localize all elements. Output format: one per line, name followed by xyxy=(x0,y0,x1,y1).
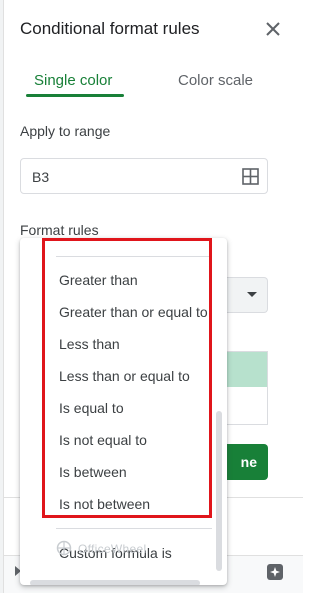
grid-icon[interactable] xyxy=(242,168,259,185)
select-arrow-icon xyxy=(247,292,257,297)
divider xyxy=(56,528,212,529)
format-rules-label: Format rules xyxy=(20,222,99,238)
apply-to-range-label: Apply to range xyxy=(20,123,111,139)
divider xyxy=(56,256,212,257)
option-less-than-or-equal[interactable]: Less than or equal to xyxy=(59,368,190,384)
option-greater-than-or-equal[interactable]: Greater than or equal to xyxy=(59,304,208,320)
format-preview[interactable] xyxy=(220,351,268,387)
range-value: B3 xyxy=(32,169,50,185)
condition-dropdown-menu: Greater than Greater than or equal to Le… xyxy=(20,238,227,585)
option-is-not-equal-to[interactable]: Is not equal to xyxy=(59,432,147,448)
horizontal-scrollbar[interactable] xyxy=(30,580,200,585)
range-input[interactable]: B3 xyxy=(20,158,268,194)
condition-select[interactable] xyxy=(220,277,268,313)
close-icon[interactable] xyxy=(262,18,284,40)
option-is-not-between[interactable]: Is not between xyxy=(59,496,150,512)
watermark-logo-icon xyxy=(56,540,72,556)
panel-title: Conditional format rules xyxy=(20,19,200,38)
explore-icon[interactable] xyxy=(266,563,284,581)
active-tab-indicator xyxy=(26,94,124,97)
option-greater-than[interactable]: Greater than xyxy=(59,272,138,288)
option-less-than[interactable]: Less than xyxy=(59,336,120,352)
option-is-between[interactable]: Is between xyxy=(59,464,127,480)
format-style-area xyxy=(220,387,268,425)
option-is-equal-to[interactable]: Is equal to xyxy=(59,400,124,416)
tab-color-scale[interactable]: Color scale xyxy=(178,72,253,89)
watermark: OfficeWheel xyxy=(78,542,147,556)
vertical-scrollbar[interactable] xyxy=(216,411,222,571)
tab-single-color[interactable]: Single color xyxy=(34,72,112,89)
